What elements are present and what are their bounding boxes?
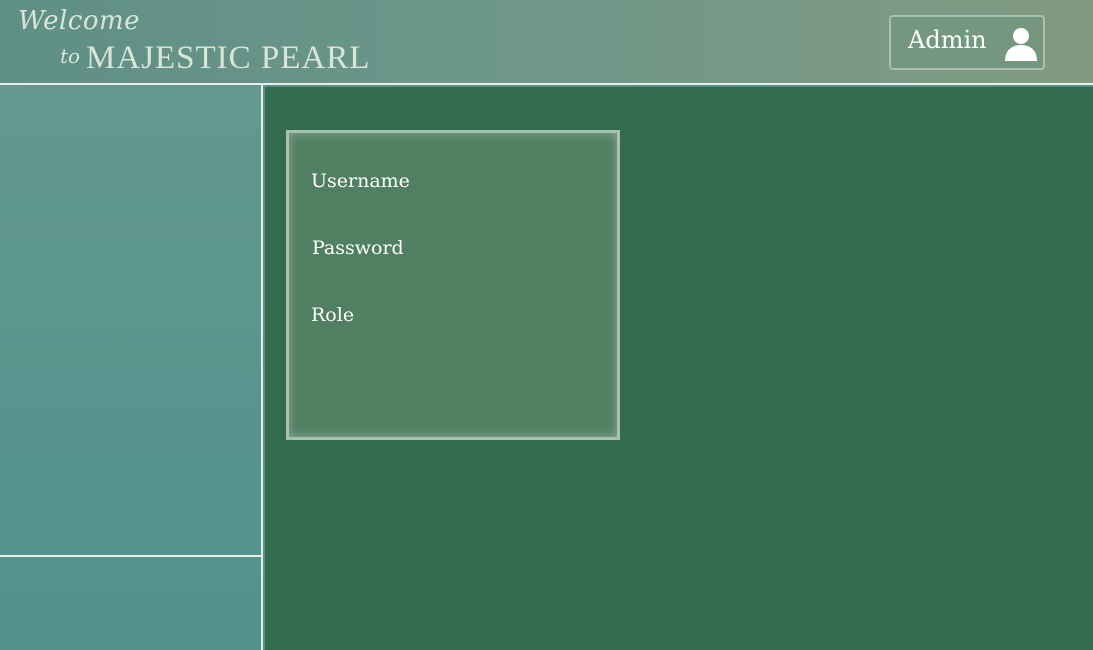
admin-button[interactable]: Admin	[889, 15, 1045, 70]
role-label: Role	[311, 304, 355, 326]
login-form-card: Username Password Role	[286, 130, 620, 440]
sidebar-divider	[0, 555, 263, 557]
username-label: Username	[311, 170, 410, 192]
header-bar: Welcome to MAJESTIC PEARL Admin	[0, 0, 1093, 85]
sidebar	[0, 85, 263, 650]
main-content: Username Password Role	[265, 87, 1093, 650]
user-icon	[1005, 28, 1037, 61]
password-label: Password	[312, 237, 404, 259]
app-window: Welcome to MAJESTIC PEARL Admin Username…	[0, 0, 1093, 650]
to-text: to	[60, 44, 81, 68]
admin-label: Admin	[908, 26, 987, 54]
brand-name: MAJESTIC PEARL	[86, 40, 371, 76]
welcome-text: Welcome	[18, 6, 141, 36]
